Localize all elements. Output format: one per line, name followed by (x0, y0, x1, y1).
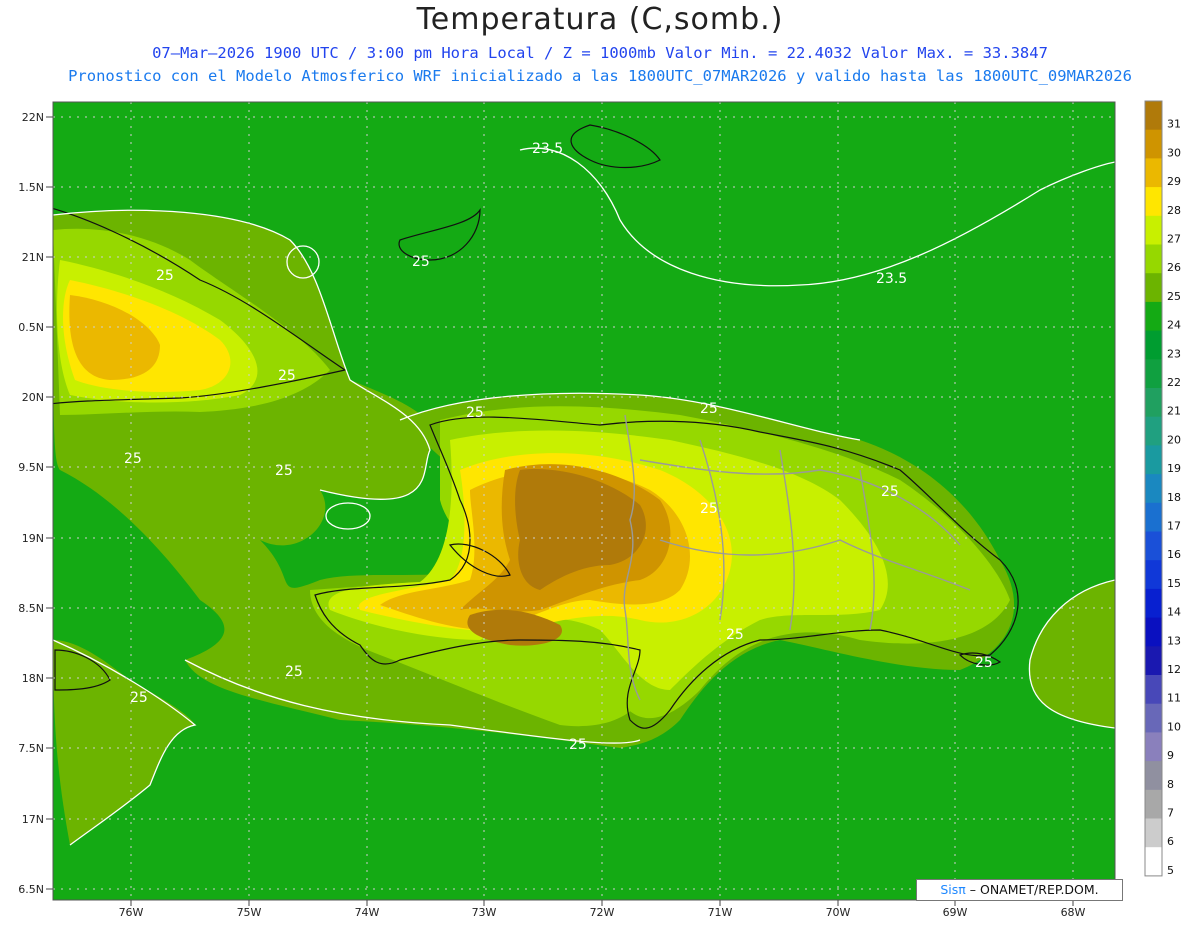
contour-label: 25 (726, 627, 744, 643)
colorbar-swatch (1145, 416, 1162, 446)
longitude-label: 69W (943, 906, 968, 919)
colorbar-label: 24 (1167, 319, 1181, 332)
latitude-label: 21N (22, 251, 44, 264)
colorbar-swatch (1145, 330, 1162, 360)
colorbar-label: 19 (1167, 462, 1181, 475)
longitude-label: 68W (1061, 906, 1086, 919)
colorbar-swatch (1145, 588, 1162, 619)
latitude-label: 19N (22, 532, 44, 545)
colorbar-label: 5 (1167, 864, 1174, 877)
colorbar-swatch (1145, 388, 1162, 418)
colorbar-swatch (1145, 244, 1162, 274)
colorbar-label: 28 (1167, 204, 1181, 217)
contour-label: 25 (275, 463, 293, 479)
colorbar-label: 27 (1167, 233, 1181, 246)
colorbar-label: 11 (1167, 692, 1181, 705)
contour-label: 25 (412, 254, 430, 270)
longitude-label: 72W (590, 906, 615, 919)
colorbar-swatch (1145, 818, 1162, 848)
colorbar-swatch (1145, 560, 1162, 590)
latitude-label: 20N (22, 391, 44, 404)
colorbar-label: 6 (1167, 835, 1174, 848)
contour-label: 25 (130, 690, 148, 706)
colorbar-label: 26 (1167, 261, 1181, 274)
colorbar-swatch (1145, 732, 1162, 762)
temperature-map: 23.5 23.5 25 25 25 25 25 25 25 25 25 25 … (18, 100, 1181, 919)
colorbar-swatch (1145, 215, 1162, 245)
colorbar-label: 9 (1167, 749, 1174, 762)
longitude-label: 73W (472, 906, 497, 919)
colorbar-label: 16 (1167, 548, 1181, 561)
contour-label: 25 (700, 501, 718, 517)
colorbar-label: 22 (1167, 376, 1181, 389)
latitude-label: 22N (22, 111, 44, 124)
colorbar-label: 7 (1167, 807, 1174, 820)
colorbar-swatch (1145, 646, 1162, 676)
contour-label: 25 (975, 655, 993, 671)
contour-label: 25 (700, 401, 718, 417)
colorbar-swatch (1145, 531, 1162, 561)
colorbar-label: 15 (1167, 577, 1181, 590)
colorbar-label: 29 (1167, 175, 1181, 188)
contour-label: 25 (881, 484, 899, 500)
colorbar-swatch (1145, 129, 1162, 159)
latitude-label: 17N (22, 813, 44, 826)
latitude-label: 8.5N (18, 602, 44, 615)
credit-text: – ONAMET/REP.DOM. (965, 882, 1099, 897)
colorbar-swatch (1145, 158, 1162, 188)
longitude-label: 70W (826, 906, 851, 919)
colorbar-swatch (1145, 445, 1162, 475)
contour-label: 25 (156, 268, 174, 284)
latitude-axis: 22N 1.5N 21N 0.5N 20N 9.5N 19N 8.5N 18N 7.5N 17N 6.… (18, 111, 53, 896)
colorbar-swatch (1145, 761, 1162, 791)
colorbar-label: 12 (1167, 663, 1181, 676)
colorbar-label: 8 (1167, 778, 1174, 791)
colorbar-label: 10 (1167, 720, 1181, 733)
latitude-label: 9.5N (18, 461, 44, 474)
colorbar-legend: 31 30 29 28 27 26 25 24 23 22 21 20 19 18 17 16 15 14 13 12… (1144, 100, 1181, 877)
colorbar-label: 21 (1167, 405, 1181, 418)
colorbar-swatch (1145, 502, 1162, 532)
longitude-label: 71W (708, 906, 733, 919)
colorbar-swatch (1145, 617, 1162, 647)
colorbar-label: 17 (1167, 520, 1181, 533)
credit-brand: Sisπ (940, 882, 966, 897)
latitude-label: 1.5N (18, 181, 44, 194)
colorbar-label: 23 (1167, 347, 1181, 360)
contour-label: 23.5 (876, 271, 907, 287)
contour-label: 25 (124, 451, 142, 467)
colorbar-swatch (1145, 474, 1162, 504)
latitude-label: 7.5N (18, 742, 44, 755)
colorbar-swatch (1145, 101, 1162, 131)
colorbar-swatch (1145, 187, 1162, 217)
latitude-label: 0.5N (18, 321, 44, 334)
contour-label: 25 (569, 737, 587, 753)
contour-label: 23.5 (532, 141, 563, 157)
latitude-label: 18N (22, 672, 44, 685)
colorbar-label: 18 (1167, 491, 1181, 504)
contour-label: 25 (278, 368, 296, 384)
longitude-axis: 76W 75W 74W 73W 72W 71W 70W 69W 68W (119, 900, 1086, 919)
colorbar-swatch (1145, 301, 1162, 332)
colorbar-label: 14 (1167, 606, 1181, 619)
colorbar-swatch (1145, 789, 1162, 819)
colorbar-swatch (1145, 847, 1162, 877)
colorbar-swatch (1145, 703, 1162, 733)
colorbar-label: 13 (1167, 634, 1181, 647)
colorbar-swatch (1145, 359, 1162, 389)
contour-label: 25 (466, 405, 484, 421)
colorbar-label: 25 (1167, 290, 1181, 303)
colorbar-label: 30 (1167, 146, 1181, 159)
colorbar-swatch (1145, 675, 1162, 705)
colorbar-label: 31 (1167, 118, 1181, 131)
longitude-label: 74W (355, 906, 380, 919)
longitude-label: 75W (237, 906, 262, 919)
latitude-label: 6.5N (18, 883, 44, 896)
credit-box: Sisπ – ONAMET/REP.DOM. (916, 879, 1123, 901)
longitude-label: 76W (119, 906, 144, 919)
colorbar-label: 20 (1167, 433, 1181, 446)
colorbar-swatch (1145, 273, 1162, 303)
